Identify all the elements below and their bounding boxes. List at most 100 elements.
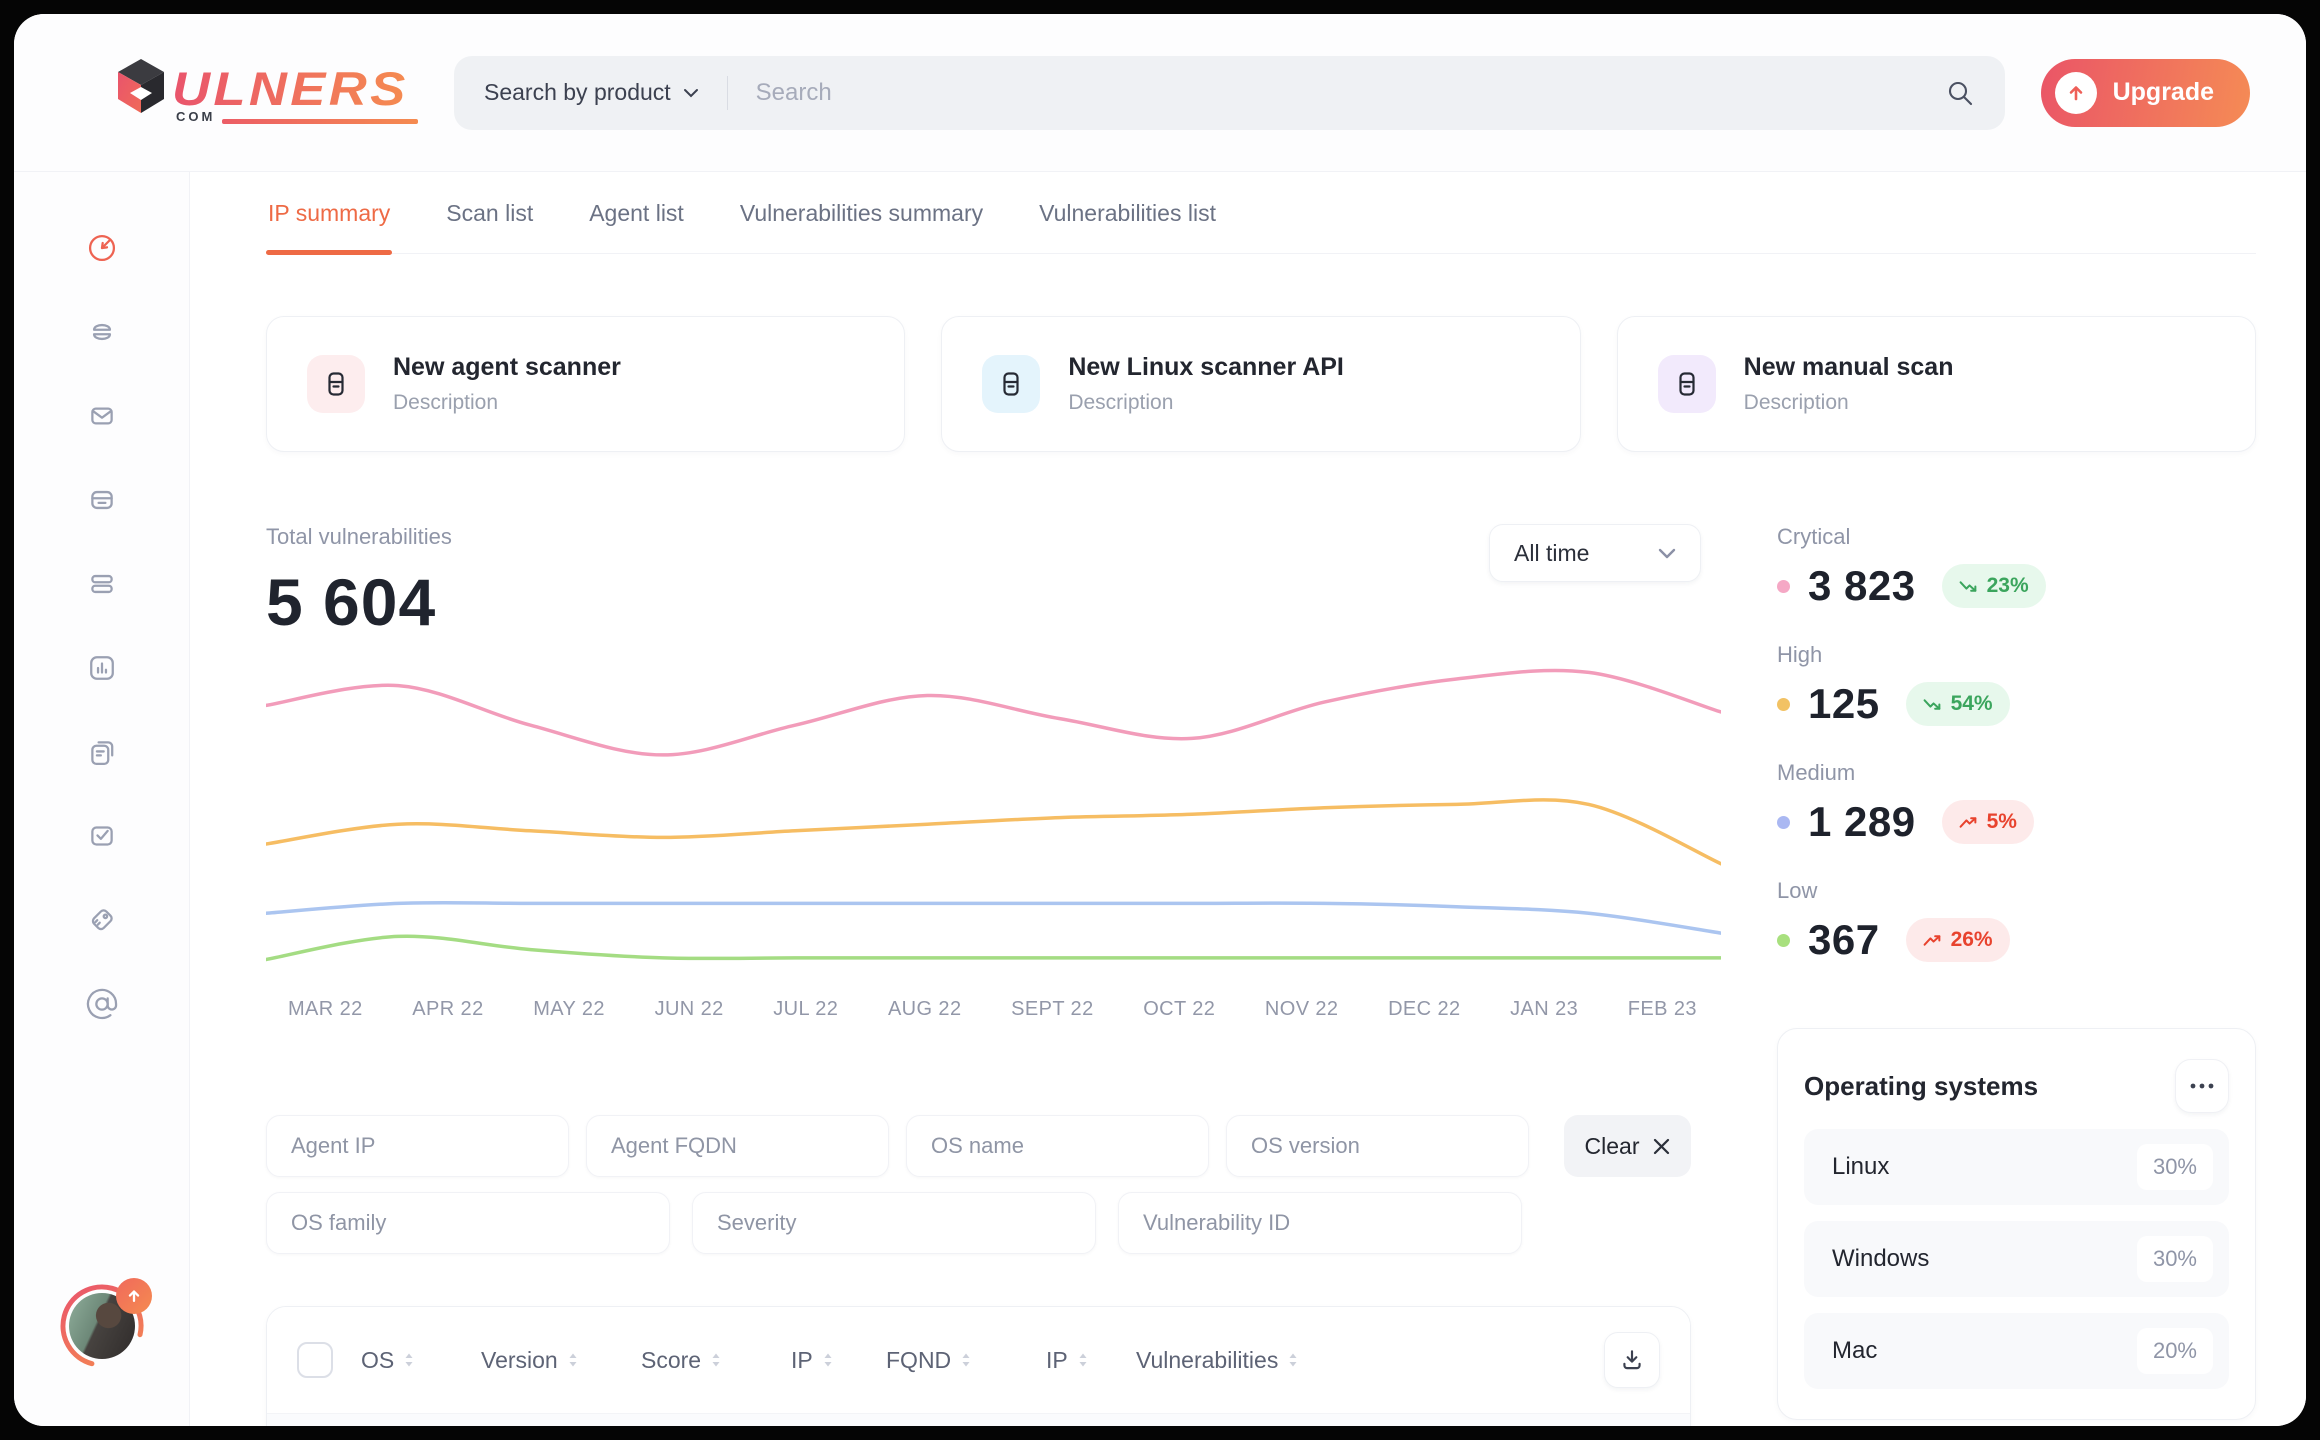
avatar-upgrade-badge[interactable] xyxy=(116,1278,152,1314)
search-scope-dropdown[interactable]: Search by product xyxy=(484,79,699,106)
sort-icon xyxy=(1288,1352,1298,1368)
filter-os-version[interactable] xyxy=(1226,1115,1529,1177)
sidebar-item-tasks[interactable] xyxy=(84,818,120,854)
search-icon[interactable] xyxy=(1945,78,1975,108)
brand-underline xyxy=(222,119,418,124)
column-fqnd[interactable]: FQND xyxy=(886,1347,1046,1374)
ellipsis-icon xyxy=(2190,1083,2214,1089)
chart-line-high xyxy=(266,800,1721,864)
sidebar xyxy=(14,172,190,1426)
filter-agent-fqdn[interactable] xyxy=(586,1115,889,1177)
total-vulnerabilities-label: Total vulnerabilities xyxy=(266,524,452,550)
column-os[interactable]: OS xyxy=(361,1347,481,1374)
scanner-device-icon xyxy=(307,355,365,413)
filter-severity[interactable] xyxy=(692,1192,1096,1254)
card-new-agent-scanner[interactable]: New agent scanner Description xyxy=(266,316,905,452)
month-label: DEC 22 xyxy=(1388,998,1460,1021)
sidebar-item-reports[interactable] xyxy=(84,650,120,686)
tab-vulnerabilities-summary[interactable]: Vulnerabilities summary xyxy=(738,194,985,253)
card-title: New Linux scanner API xyxy=(1068,353,1344,382)
column-ip[interactable]: IP xyxy=(791,1347,886,1374)
brand-logo[interactable]: ULNERS COM xyxy=(114,51,424,135)
severity-stat-medium: Medium 1 289 5% xyxy=(1777,760,2256,846)
search-divider xyxy=(727,76,728,110)
severity-dot xyxy=(1777,698,1790,711)
tab-scan-list[interactable]: Scan list xyxy=(444,194,535,253)
trend-badge: 5% xyxy=(1942,800,2034,844)
severity-dot xyxy=(1777,934,1790,947)
table-body xyxy=(267,1413,1690,1426)
dashboard-body: Total vulnerabilities 5 604 All time MAR… xyxy=(266,524,2256,1426)
card-description: Description xyxy=(1068,391,1344,415)
os-percentage: 30% xyxy=(2137,1144,2213,1190)
trend-up-icon xyxy=(1959,816,1978,829)
card-description: Description xyxy=(1744,391,1954,415)
trend-badge: 23% xyxy=(1942,564,2046,608)
sidebar-item-mail[interactable] xyxy=(84,398,120,434)
sidebar-item-tags[interactable] xyxy=(84,902,120,938)
filter-agent-ip[interactable] xyxy=(266,1115,569,1177)
documents-icon xyxy=(85,735,119,769)
brand-tld: COM xyxy=(176,109,215,124)
severity-stat-critical: Crytical 3 823 23% xyxy=(1777,524,2256,610)
sort-icon xyxy=(961,1352,971,1368)
column-ip-2[interactable]: IP xyxy=(1046,1347,1136,1374)
card-title: New manual scan xyxy=(1744,353,1954,382)
credit-card-icon xyxy=(85,483,119,517)
filter-os-family[interactable] xyxy=(266,1192,670,1254)
tab-ip-summary[interactable]: IP summary xyxy=(266,194,392,253)
results-table: OS Version Score xyxy=(266,1306,1691,1426)
screen: ULNERS COM Search by product Upgrade xyxy=(0,0,2320,1440)
time-range-select[interactable]: All time xyxy=(1489,524,1701,582)
os-row-windows[interactable]: Windows 30% xyxy=(1804,1221,2229,1297)
card-new-manual-scan[interactable]: New manual scan Description xyxy=(1617,316,2256,452)
severity-panel: Crytical 3 823 23% High 125 54% xyxy=(1777,524,2256,1426)
os-panel-menu-button[interactable] xyxy=(2175,1059,2229,1113)
trend-up-icon xyxy=(1923,934,1942,947)
vulnerabilities-chart xyxy=(266,646,1721,976)
sidebar-item-billing[interactable] xyxy=(84,482,120,518)
filter-vulnerability-id[interactable] xyxy=(1118,1192,1522,1254)
arrow-up-icon xyxy=(125,1287,143,1305)
filter-os-name[interactable] xyxy=(906,1115,1209,1177)
os-percentage: 20% xyxy=(2137,1328,2213,1374)
mail-icon xyxy=(85,399,119,433)
at-sign-icon xyxy=(85,987,119,1021)
os-row-linux[interactable]: Linux 30% xyxy=(1804,1129,2229,1205)
clear-label: Clear xyxy=(1585,1133,1640,1160)
upgrade-button[interactable]: Upgrade xyxy=(2041,59,2250,127)
download-button[interactable] xyxy=(1604,1332,1660,1388)
card-description: Description xyxy=(393,391,621,415)
select-all-checkbox[interactable] xyxy=(297,1342,333,1378)
clear-filters-button[interactable]: Clear xyxy=(1564,1115,1691,1177)
tab-vulnerabilities-list[interactable]: Vulnerabilities list xyxy=(1037,194,1218,253)
user-avatar[interactable] xyxy=(58,1282,146,1370)
sidebar-item-mentions[interactable] xyxy=(84,986,120,1022)
sidebar-item-scans[interactable] xyxy=(84,314,120,350)
chart-line-critical xyxy=(266,670,1721,754)
os-row-mac[interactable]: Mac 20% xyxy=(1804,1313,2229,1389)
column-vulnerabilities[interactable]: Vulnerabilities xyxy=(1136,1347,1356,1374)
month-label: SEPT 22 xyxy=(1011,998,1093,1021)
scanner-device-icon xyxy=(1658,355,1716,413)
search-input[interactable] xyxy=(756,79,1945,107)
sidebar-item-dashboard[interactable] xyxy=(84,230,120,266)
severity-stat-high: High 125 54% xyxy=(1777,642,2256,728)
column-version[interactable]: Version xyxy=(481,1347,641,1374)
severity-dot xyxy=(1777,816,1790,829)
sort-icon xyxy=(823,1352,833,1368)
trend-down-icon xyxy=(1923,698,1942,711)
close-icon xyxy=(1653,1138,1670,1155)
chart-line-medium xyxy=(266,903,1721,933)
os-percentage: 30% xyxy=(2137,1236,2213,1282)
severity-stat-low: Low 367 26% xyxy=(1777,878,2256,964)
sidebar-item-documents[interactable] xyxy=(84,734,120,770)
tab-agent-list[interactable]: Agent list xyxy=(587,194,686,253)
search-scope-label: Search by product xyxy=(484,79,671,106)
month-label: MAY 22 xyxy=(533,998,605,1021)
scanner-device-icon xyxy=(982,355,1040,413)
column-score[interactable]: Score xyxy=(641,1347,791,1374)
card-new-linux-scanner-api[interactable]: New Linux scanner API Description xyxy=(941,316,1580,452)
sidebar-item-servers[interactable] xyxy=(84,566,120,602)
chart-section: Total vulnerabilities 5 604 All time MAR… xyxy=(266,524,1721,1426)
